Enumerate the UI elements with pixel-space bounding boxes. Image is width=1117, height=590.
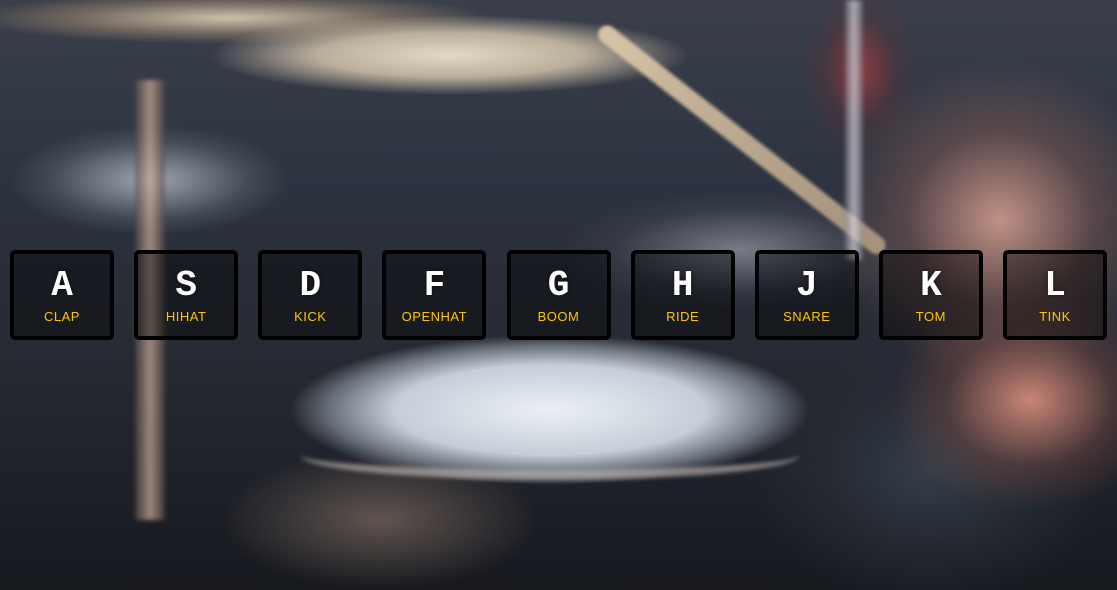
sound-label: CLAP [44, 308, 80, 324]
drum-key-d[interactable]: D KICK [258, 250, 363, 340]
key-letter: L [1044, 264, 1066, 306]
drum-key-s[interactable]: S HIHAT [134, 250, 239, 340]
key-letter: D [299, 264, 322, 306]
key-letter: J [795, 264, 818, 306]
drum-key-k[interactable]: K TOM [878, 250, 983, 340]
sound-label: SNARE [783, 308, 831, 324]
key-letter: F [423, 264, 446, 306]
sound-label: RIDE [666, 308, 700, 324]
snare-rim-decoration [300, 430, 800, 480]
mic-stand-decoration [845, 0, 863, 260]
drum-key-l[interactable]: L TINK [1003, 250, 1107, 340]
key-letter: K [920, 264, 942, 306]
drum-key-g[interactable]: G BOOM [506, 250, 611, 340]
key-letter: H [671, 264, 694, 306]
sound-label: HIHAT [165, 308, 207, 324]
drum-key-f[interactable]: F OPENHAT [382, 250, 487, 340]
key-letter: G [547, 264, 570, 306]
sound-label: BOOM [537, 308, 580, 324]
sound-label: TINK [1039, 308, 1071, 324]
drum-key-h[interactable]: H RIDE [630, 250, 735, 340]
sound-label: KICK [294, 308, 327, 324]
drum-key-j[interactable]: J SNARE [754, 250, 859, 340]
key-letter: S [175, 264, 197, 306]
sound-label: TOM [915, 308, 946, 324]
drum-keys: A CLAP S HIHAT D KICK F OPENHAT G BOOM H… [0, 250, 1117, 342]
key-letter: A [51, 264, 73, 306]
sound-label: OPENHAT [401, 308, 468, 324]
drum-key-a[interactable]: A CLAP [10, 250, 114, 340]
